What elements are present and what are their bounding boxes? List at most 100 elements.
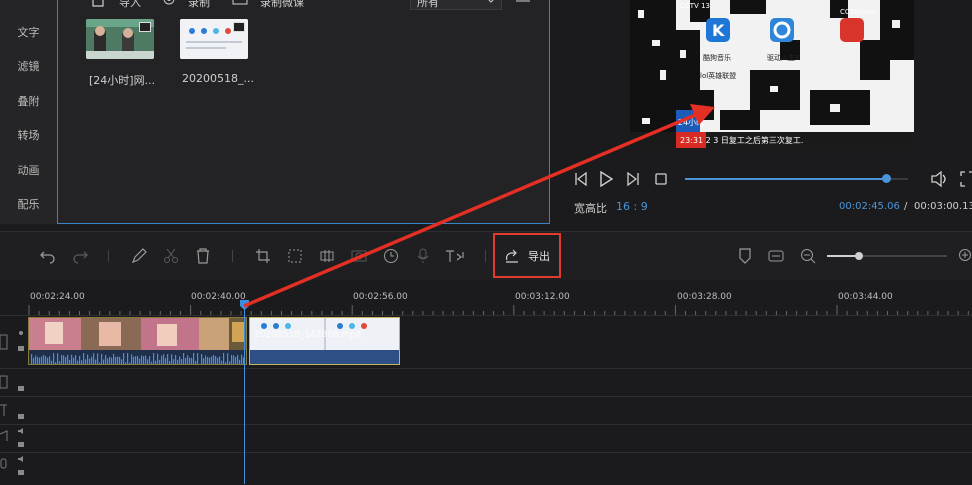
volume-small-icon[interactable] (17, 427, 25, 435)
zoom-out-icon[interactable] (800, 248, 816, 264)
music-track-icon (0, 430, 8, 441)
text-to-speech-icon[interactable] (445, 248, 469, 264)
delete-icon[interactable] (195, 248, 211, 264)
app-label-1: 酷狗音乐 (703, 53, 731, 62)
playhead-handle-icon[interactable] (240, 300, 249, 310)
volume-small-icon[interactable] (17, 455, 25, 463)
record-icon[interactable] (162, 0, 176, 8)
redo-icon[interactable] (72, 248, 88, 264)
divider (108, 250, 109, 262)
pip-track (0, 368, 972, 397)
import-button[interactable]: 导入 (119, 0, 141, 10)
fullscreen-icon[interactable] (960, 171, 972, 187)
filter-dropdown[interactable]: 所有 (410, 0, 502, 10)
pip-track-icon (0, 375, 8, 389)
edit-toolbar (0, 231, 972, 280)
app-label-2: 驱动人生8 (767, 53, 799, 62)
video-badge-icon (139, 22, 151, 32)
zoom-slider-handle[interactable] (855, 252, 863, 260)
edit-pencil-icon[interactable] (131, 248, 147, 264)
play-icon[interactable] (598, 171, 614, 187)
volume-icon[interactable] (930, 171, 948, 187)
crop-icon[interactable] (255, 248, 271, 264)
voice-track-icon (0, 458, 7, 469)
lock-icon[interactable] (17, 411, 25, 419)
progress-track[interactable] (685, 174, 908, 183)
stop-icon[interactable] (655, 173, 667, 185)
aspect-value[interactable]: 16 : 9 (616, 200, 648, 213)
video-badge-icon (233, 22, 245, 32)
library-toolbar: 导入 录制 录制微课 所有 (57, 0, 550, 12)
ruler-label: 00:02:24.00 (30, 292, 85, 302)
text-track (0, 396, 972, 425)
lock-icon[interactable] (17, 343, 25, 351)
export-button[interactable]: 导出 (493, 233, 561, 278)
kugou-app-icon: K (712, 21, 725, 40)
video-clip-1[interactable] (28, 317, 247, 365)
zoom-in-icon[interactable] (958, 248, 972, 264)
list-view-icon[interactable] (515, 0, 531, 6)
timeline-ruler[interactable]: 00:02:24.00 00:02:40.00 00:02:56.00 00:0… (0, 287, 972, 315)
media-name-1: [24小时]网... (89, 74, 156, 87)
text-track-icon (0, 404, 7, 416)
progress-handle[interactable] (881, 174, 891, 183)
undo-icon[interactable] (40, 248, 56, 264)
watermark-right: CCTV.com (840, 8, 875, 16)
playback-controls: 宽高比 16 : 9 00:02:45.06 / 00:03:00.13 (560, 160, 972, 220)
media-name-2: 20200518_... (182, 72, 254, 85)
lock-icon[interactable] (17, 439, 25, 447)
media-thumbnail-1[interactable] (86, 19, 154, 59)
aspect-label: 宽高比 (574, 202, 607, 215)
screen-record-icon[interactable] (232, 0, 248, 8)
mosaic-icon[interactable] (319, 248, 335, 264)
zoom-slider[interactable] (827, 252, 947, 260)
filter-value: 所有 (417, 0, 439, 9)
lock-icon[interactable] (17, 467, 25, 475)
lock-icon[interactable] (17, 383, 25, 391)
next-frame-icon[interactable] (626, 172, 640, 186)
voice-track (0, 452, 972, 485)
tab-music[interactable]: 配乐 (0, 196, 57, 212)
fit-timeline-icon[interactable] (768, 248, 784, 264)
playhead[interactable] (244, 303, 245, 484)
tab-overlay[interactable]: 叠附 (0, 93, 57, 109)
media-thumbnail-2[interactable] (180, 19, 248, 59)
import-icon[interactable] (91, 0, 105, 8)
video-clip-2[interactable]: 20200518_142806.mp4 (249, 317, 400, 365)
ruler-label: 00:02:40.00 (191, 292, 246, 302)
left-tab-bar: 文字 滤镜 叠附 转场 动画 配乐 (0, 0, 57, 224)
music-track (0, 424, 972, 453)
current-time: 00:02:45.06 (839, 201, 900, 212)
ruler-label: 00:03:44.00 (838, 292, 893, 302)
resize-icon[interactable] (287, 248, 303, 264)
freeze-frame-icon[interactable] (351, 248, 367, 264)
ruler-ticks (28, 305, 969, 315)
export-icon (505, 249, 518, 263)
speed-clock-icon[interactable] (383, 248, 399, 264)
live-badge: 24小时 (678, 117, 704, 127)
audio-waveform (31, 353, 245, 364)
tab-filter[interactable]: 滤镜 (0, 58, 57, 74)
video-track-icon (0, 334, 8, 350)
divider (485, 250, 486, 262)
ruler-label: 00:03:28.00 (677, 292, 732, 302)
chevron-down-icon (488, 0, 494, 3)
divider (232, 250, 233, 262)
progress-fill (685, 178, 886, 180)
time-separator: / (904, 201, 908, 212)
cut-icon[interactable] (163, 248, 179, 264)
video-preview: CCTV 13 CCTV.com K 酷狗音乐 驱动人生8 lol英雄联盟 24… (630, 0, 914, 148)
prev-frame-icon[interactable] (574, 172, 588, 186)
tab-text[interactable]: 文字 (0, 24, 57, 40)
marker-icon[interactable] (737, 248, 753, 264)
record-button[interactable]: 录制 (188, 0, 210, 10)
clip2-label: 20200518_142806.mp4 (254, 330, 362, 340)
tab-animation[interactable]: 动画 (0, 162, 57, 178)
ruler-label: 00:03:12.00 (515, 292, 570, 302)
app-label-3: lol英雄联盟 (700, 71, 736, 80)
microphone-icon[interactable] (415, 248, 431, 264)
ruler-label: 00:02:56.00 (353, 292, 408, 302)
record-screen-button[interactable]: 录制微课 (260, 0, 304, 10)
tab-transition[interactable]: 转场 (0, 127, 57, 143)
eye-icon[interactable] (17, 329, 25, 337)
